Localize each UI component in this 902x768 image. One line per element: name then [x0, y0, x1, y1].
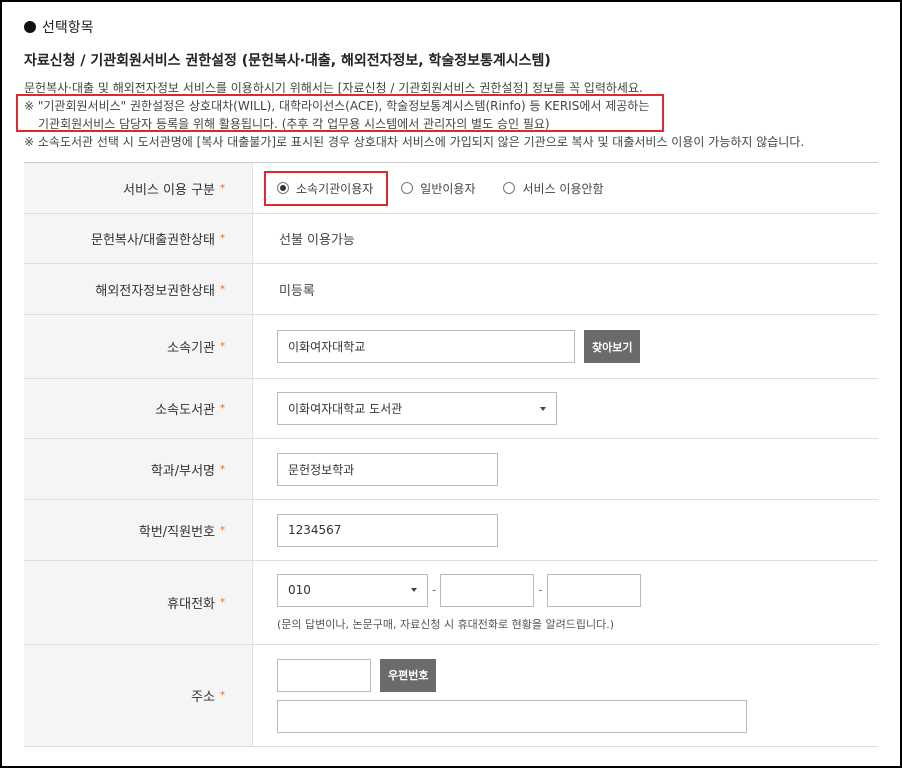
copy-loan-status-value: 선불 이용가능: [279, 233, 355, 248]
radio-label[interactable]: 소속기관이용자: [296, 180, 373, 197]
radio-unchecked-icon[interactable]: [401, 182, 414, 194]
row-label: 학번/직원번호 *: [24, 500, 253, 560]
mobile-prefix-value[interactable]: 010: [288, 583, 311, 597]
row-label: 문헌복사/대출권한상태 *: [24, 214, 253, 263]
address-detail-input[interactable]: [277, 699, 747, 733]
row-overseas-status: 해외전자정보권한상태 * 미등록: [24, 264, 878, 315]
row-institution: 소속기관 * 이화여자대학교 찾아보기: [24, 315, 878, 379]
zipcode-search-button[interactable]: 우편번호: [380, 658, 437, 692]
student-id-input[interactable]: 1234567: [277, 513, 498, 547]
row-student-id: 학번/직원번호 * 1234567: [24, 500, 878, 561]
row-mobile: 휴대전화 * 010 - - (문의 답변이나, 논문구매, 자료신청 시 휴대…: [24, 561, 878, 645]
row-label: 휴대전화 *: [24, 561, 253, 644]
required-icon: *: [220, 283, 225, 295]
row-label: 소속도서관 *: [24, 379, 253, 438]
required-icon: *: [220, 463, 225, 475]
section-heading: 선택항목: [24, 17, 94, 37]
row-value: 1234567: [253, 500, 878, 560]
department-label: 학과/부서명: [150, 463, 215, 479]
required-icon: *: [220, 597, 225, 608]
notice-line: 기관회원서비스 담당자 등록을 위해 활용됩니다. (추후 각 업무용 시스템에…: [38, 117, 550, 131]
radio-unchecked-icon[interactable]: [503, 182, 516, 194]
row-service-type: 서비스 이용 구분 * 소속기관이용자 일반이용자 서비스 이용안함: [24, 163, 878, 214]
page-frame: 선택항목 자료신청 / 기관회원서비스 권한설정 (문헌복사·대출, 해외전자정…: [0, 0, 902, 768]
radio-no-service[interactable]: 서비스 이용안함: [503, 180, 604, 197]
required-icon: *: [220, 341, 225, 352]
overseas-status-label: 해외전자정보권한상태: [95, 283, 215, 299]
row-value: 선불 이용가능: [253, 214, 878, 263]
row-label: 서비스 이용 구분 *: [24, 163, 253, 213]
row-value: 소속기관이용자 일반이용자 서비스 이용안함: [253, 163, 878, 213]
address-label: 주소: [191, 690, 215, 705]
notice-line: ※ 소속도서관 선택 시 도서관명에 [복사 대출불가]로 표시된 경우 상호대…: [24, 135, 805, 149]
row-label: 해외전자정보권한상태 *: [24, 264, 253, 314]
row-label: 소속기관 *: [24, 315, 253, 378]
mobile-middle-input[interactable]: [440, 573, 535, 607]
mobile-label: 휴대전화: [167, 597, 215, 612]
library-select[interactable]: 이화여자대학교 도서관: [277, 392, 557, 425]
row-value: 010 - - (문의 답변이나, 논문구매, 자료신청 시 휴대전화로 현황을…: [253, 561, 878, 644]
copy-loan-status-label: 문헌복사/대출권한상태: [91, 233, 215, 248]
library-selected-value[interactable]: 이화여자대학교 도서관: [288, 400, 402, 417]
radio-checked-icon[interactable]: [277, 182, 289, 194]
department-input[interactable]: 문헌정보학과: [277, 452, 498, 486]
bullet-icon: [24, 21, 36, 33]
phone-separator: -: [432, 583, 437, 597]
row-department: 학과/부서명 * 문헌정보학과: [24, 439, 878, 500]
row-value: 이화여자대학교 도서관: [253, 379, 878, 438]
mobile-prefix-select[interactable]: 010: [277, 573, 428, 607]
required-icon: *: [220, 403, 225, 414]
row-label: 학과/부서명 *: [24, 439, 253, 499]
phone-separator: -: [538, 583, 543, 597]
required-icon: *: [220, 182, 225, 194]
radio-general-user[interactable]: 일반이용자: [401, 180, 475, 197]
permission-form: 서비스 이용 구분 * 소속기관이용자 일반이용자 서비스 이용안함 문헌복사/…: [24, 162, 878, 747]
library-label: 소속도서관: [155, 403, 215, 418]
notice-block: 문헌복사·대출 및 해외전자정보 서비스를 이용하시기 위해서는 [자료신청 /…: [24, 79, 804, 151]
row-value: 문헌정보학과: [253, 439, 878, 499]
chevron-down-icon[interactable]: [411, 588, 417, 592]
service-type-label: 서비스 이용 구분: [123, 182, 215, 198]
notice-line: ※ "기관회원서비스" 권한설정은 상호대차(WILL), 대학라이선스(ACE…: [24, 99, 650, 113]
required-icon: *: [220, 524, 225, 536]
radio-institution-user[interactable]: 소속기관이용자: [277, 180, 373, 197]
row-value: 이화여자대학교 찾아보기: [253, 315, 878, 378]
row-library: 소속도서관 * 이화여자대학교 도서관: [24, 379, 878, 439]
student-id-label: 학번/직원번호: [138, 524, 215, 540]
section-title: 선택항목: [42, 20, 94, 36]
row-address: 주소 * 우편번호: [24, 645, 878, 747]
row-value: 미등록: [253, 264, 878, 314]
row-copy-loan-status: 문헌복사/대출권한상태 * 선불 이용가능: [24, 214, 878, 264]
section-subtitle: 자료신청 / 기관회원서비스 권한설정 (문헌복사·대출, 해외전자정보, 학술…: [24, 53, 551, 69]
mobile-fields: 010 - -: [277, 573, 641, 607]
chevron-down-icon[interactable]: [540, 406, 546, 411]
zipcode-input[interactable]: [277, 658, 371, 692]
notice-line: 문헌복사·대출 및 해외전자정보 서비스를 이용하시기 위해서는 [자료신청 /…: [24, 81, 643, 95]
overseas-status-value: 미등록: [279, 283, 315, 299]
mobile-last-input[interactable]: [546, 573, 641, 607]
institution-label: 소속기관: [167, 341, 215, 356]
zipcode-line: 우편번호: [277, 658, 437, 692]
row-label: 주소 *: [24, 645, 253, 746]
row-value: 우편번호: [253, 645, 878, 746]
required-icon: *: [220, 690, 225, 701]
mobile-help-text: (문의 답변이나, 논문구매, 자료신청 시 휴대전화로 현황을 알려드립니다.…: [277, 617, 615, 631]
service-type-radio-group: 소속기관이용자 일반이용자 서비스 이용안함: [277, 180, 632, 197]
search-institution-button[interactable]: 찾아보기: [584, 330, 641, 363]
radio-label[interactable]: 일반이용자: [420, 180, 475, 197]
required-icon: *: [220, 233, 225, 244]
institution-input[interactable]: 이화여자대학교: [277, 330, 575, 363]
radio-label[interactable]: 서비스 이용안함: [522, 180, 603, 197]
